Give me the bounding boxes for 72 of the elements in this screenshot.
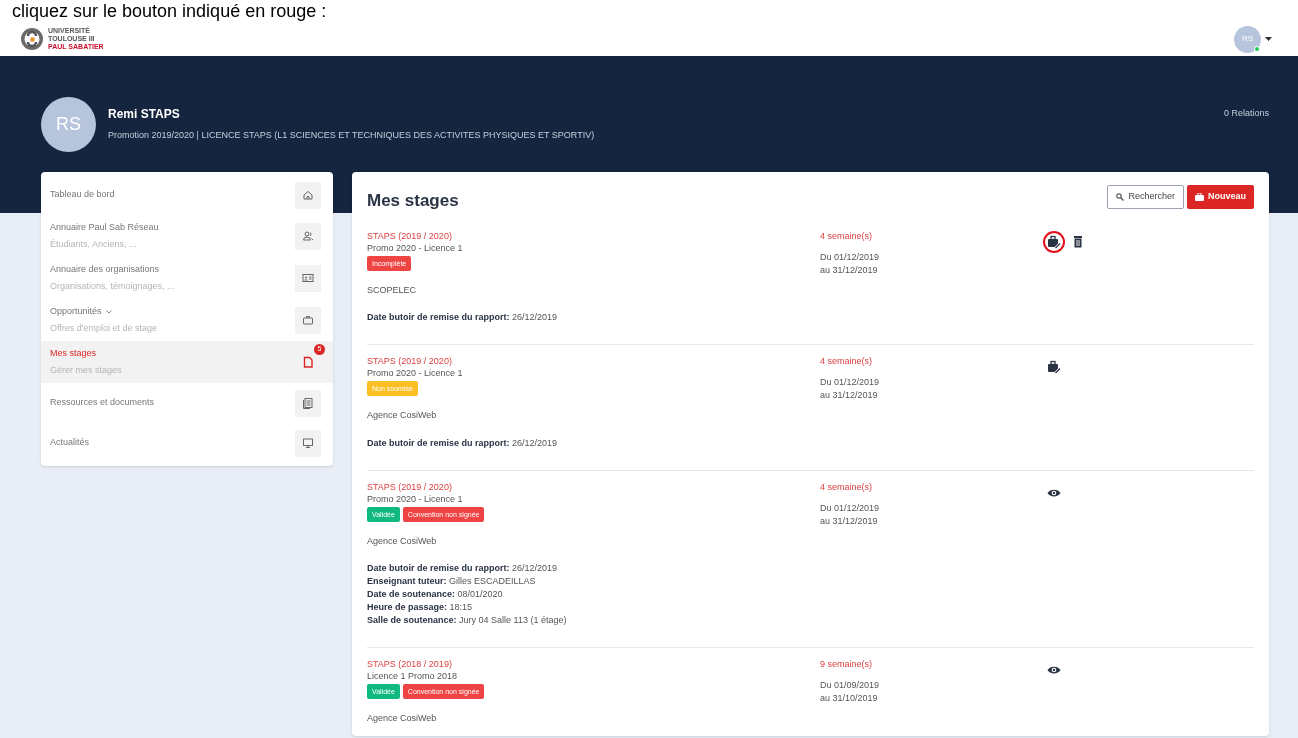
- promo-text: Licence 1 Promo 2018: [367, 670, 459, 683]
- document-icon: [301, 355, 315, 369]
- relations-count[interactable]: 0 Relations: [1223, 97, 1269, 121]
- detail-line: Enseignant tuteur: Gilles ESCADEILLAS: [367, 575, 537, 588]
- start-date: Du 01/12/2019: [820, 376, 881, 389]
- sidebar-item-title: Annuaire des organisations: [50, 263, 160, 276]
- program-name: STAPS (2019 / 2020): [367, 355, 453, 367]
- trash-icon: [1071, 234, 1085, 249]
- briefcase-icon: [301, 313, 315, 327]
- end-date: au 31/10/2019: [820, 692, 879, 705]
- chevron-down-icon[interactable]: [105, 309, 112, 314]
- company-name: Agence CosiWeb: [367, 712, 438, 725]
- end-date: au 31/12/2019: [820, 389, 879, 402]
- home-icon: [301, 188, 315, 202]
- program-name: STAPS (2019 / 2020): [367, 229, 453, 242]
- contact-card-icon: [301, 271, 315, 285]
- sidebar-item-subtitle: Étudiants, Anciens, ...: [50, 237, 138, 251]
- sidebar-item-title: Annuaire Paul Sab Réseau: [50, 221, 159, 234]
- end-date: au 31/12/2019: [820, 263, 879, 277]
- search-button[interactable]: Rechercher: [1107, 184, 1184, 209]
- detail-line: Date butoir de remise du rapport: 26/12/2019: [367, 311, 559, 324]
- briefcase-pencil-icon: [1047, 234, 1061, 249]
- page-title: Mes stages: [367, 190, 459, 212]
- duration-text: 4 semaine(s): [820, 355, 874, 367]
- promo-text: Promo 2020 - Licence 1: [367, 492, 464, 506]
- program-name: STAPS (2018 / 2019): [367, 658, 453, 670]
- sidebar-item[interactable]: Annuaire Paul Sab Réseau Étudiants, Anciens, ...: [41, 215, 333, 257]
- detail-line: Heure de passage: 18:15: [367, 601, 474, 614]
- people-icon: [301, 229, 315, 243]
- start-date: Du 01/12/2019: [820, 501, 881, 515]
- end-date: au 31/12/2019: [820, 514, 879, 528]
- university-logo-icon: [20, 27, 44, 51]
- sidebar-item-subtitle: Offres d'emploi et de stage: [50, 321, 158, 335]
- company-name: Agence CosiWeb: [367, 409, 438, 422]
- sidebar-item-title: Tableau de bord: [50, 188, 115, 202]
- edit-button[interactable]: [1045, 358, 1063, 376]
- sidebar-item-title: Opportunités: [50, 305, 102, 318]
- sidebar-item-title: Mes stages: [50, 347, 97, 360]
- profile-subtitle: Promotion 2019/2020 | LICENCE STAPS (L1 SCIENCES ET TECHNIQUES DES ACTIVITES PHYSIQUES ET SPORTIV): [108, 129, 595, 142]
- duration-text: 9 semaine(s): [820, 658, 874, 670]
- detail-line: Date butoir de remise du rapport: 26/12/2019: [367, 436, 559, 450]
- monitor-icon: [301, 436, 315, 450]
- duration-text: 4 semaine(s): [820, 229, 874, 242]
- new-button[interactable]: Nouveau: [1187, 184, 1254, 209]
- briefcase-pencil-icon: [1047, 360, 1061, 374]
- detail-line: Date butoir de remise du rapport: 26/12/2019: [367, 562, 559, 575]
- caret-down-icon[interactable]: [1265, 36, 1272, 42]
- company-name: Agence CosiWeb: [367, 534, 438, 548]
- sidebar-item[interactable]: Opportunités Offres d'emploi et de stage: [41, 299, 333, 341]
- sidebar-item[interactable]: Annuaire des organisations Organisations, témoignages, ...: [41, 257, 333, 299]
- sidebar-item[interactable]: Actualités: [41, 423, 333, 463]
- briefcase-icon: [1195, 192, 1204, 201]
- sidebar-item[interactable]: Tableau de bord: [41, 175, 333, 215]
- start-date: Du 01/09/2019: [820, 679, 881, 692]
- promo-text: Promo 2020 - Licence 1: [367, 241, 464, 255]
- search-icon: [1116, 192, 1125, 201]
- profile-name: Remi STAPS: [108, 106, 181, 123]
- duration-text: 4 semaine(s): [820, 480, 874, 493]
- detail-line: Salle de soutenance: Jury 04 Salle 113 (1 étage): [367, 614, 568, 627]
- profile-avatar: RS: [41, 97, 96, 152]
- sidebar-item[interactable]: Ressources et documents: [41, 383, 333, 423]
- sidebar-item-subtitle: Organisations, témoignages, ...: [50, 279, 175, 293]
- documents-icon: [301, 396, 315, 410]
- promo-text: Promo 2020 - Licence 1: [367, 367, 464, 380]
- edit-button[interactable]: [1045, 232, 1063, 251]
- company-name: SCOPELEC: [367, 283, 418, 297]
- detail-line: Date de soutenance: 08/01/2020: [367, 588, 504, 601]
- sidebar-item-title: Ressources et documents: [50, 396, 155, 410]
- start-date: Du 01/12/2019: [820, 250, 881, 264]
- sidebar-item-title: Actualités: [50, 436, 90, 450]
- program-name: STAPS (2019 / 2020): [367, 480, 453, 493]
- instruction-caption: cliquez sur le bouton indiqué en rouge :: [12, 0, 327, 22]
